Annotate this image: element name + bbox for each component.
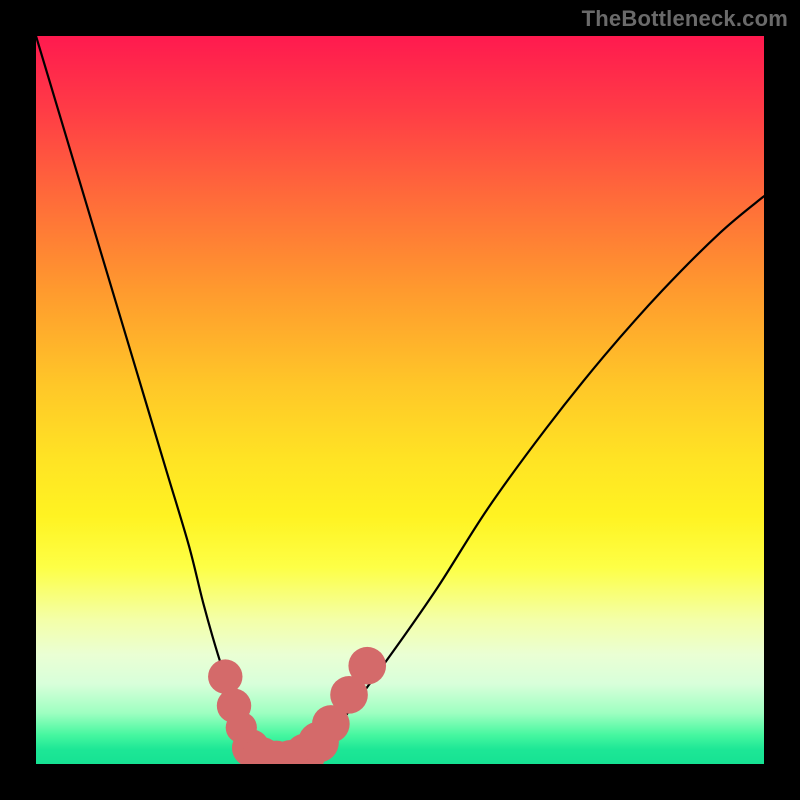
bottleneck-curve [36, 36, 764, 764]
chart-svg [36, 36, 764, 764]
watermark-text: TheBottleneck.com [582, 6, 788, 32]
chart-frame: TheBottleneck.com [0, 0, 800, 800]
plot-area [36, 36, 764, 764]
marker-dot [348, 647, 386, 685]
marker-dot [208, 659, 242, 693]
highlight-markers [208, 647, 386, 764]
